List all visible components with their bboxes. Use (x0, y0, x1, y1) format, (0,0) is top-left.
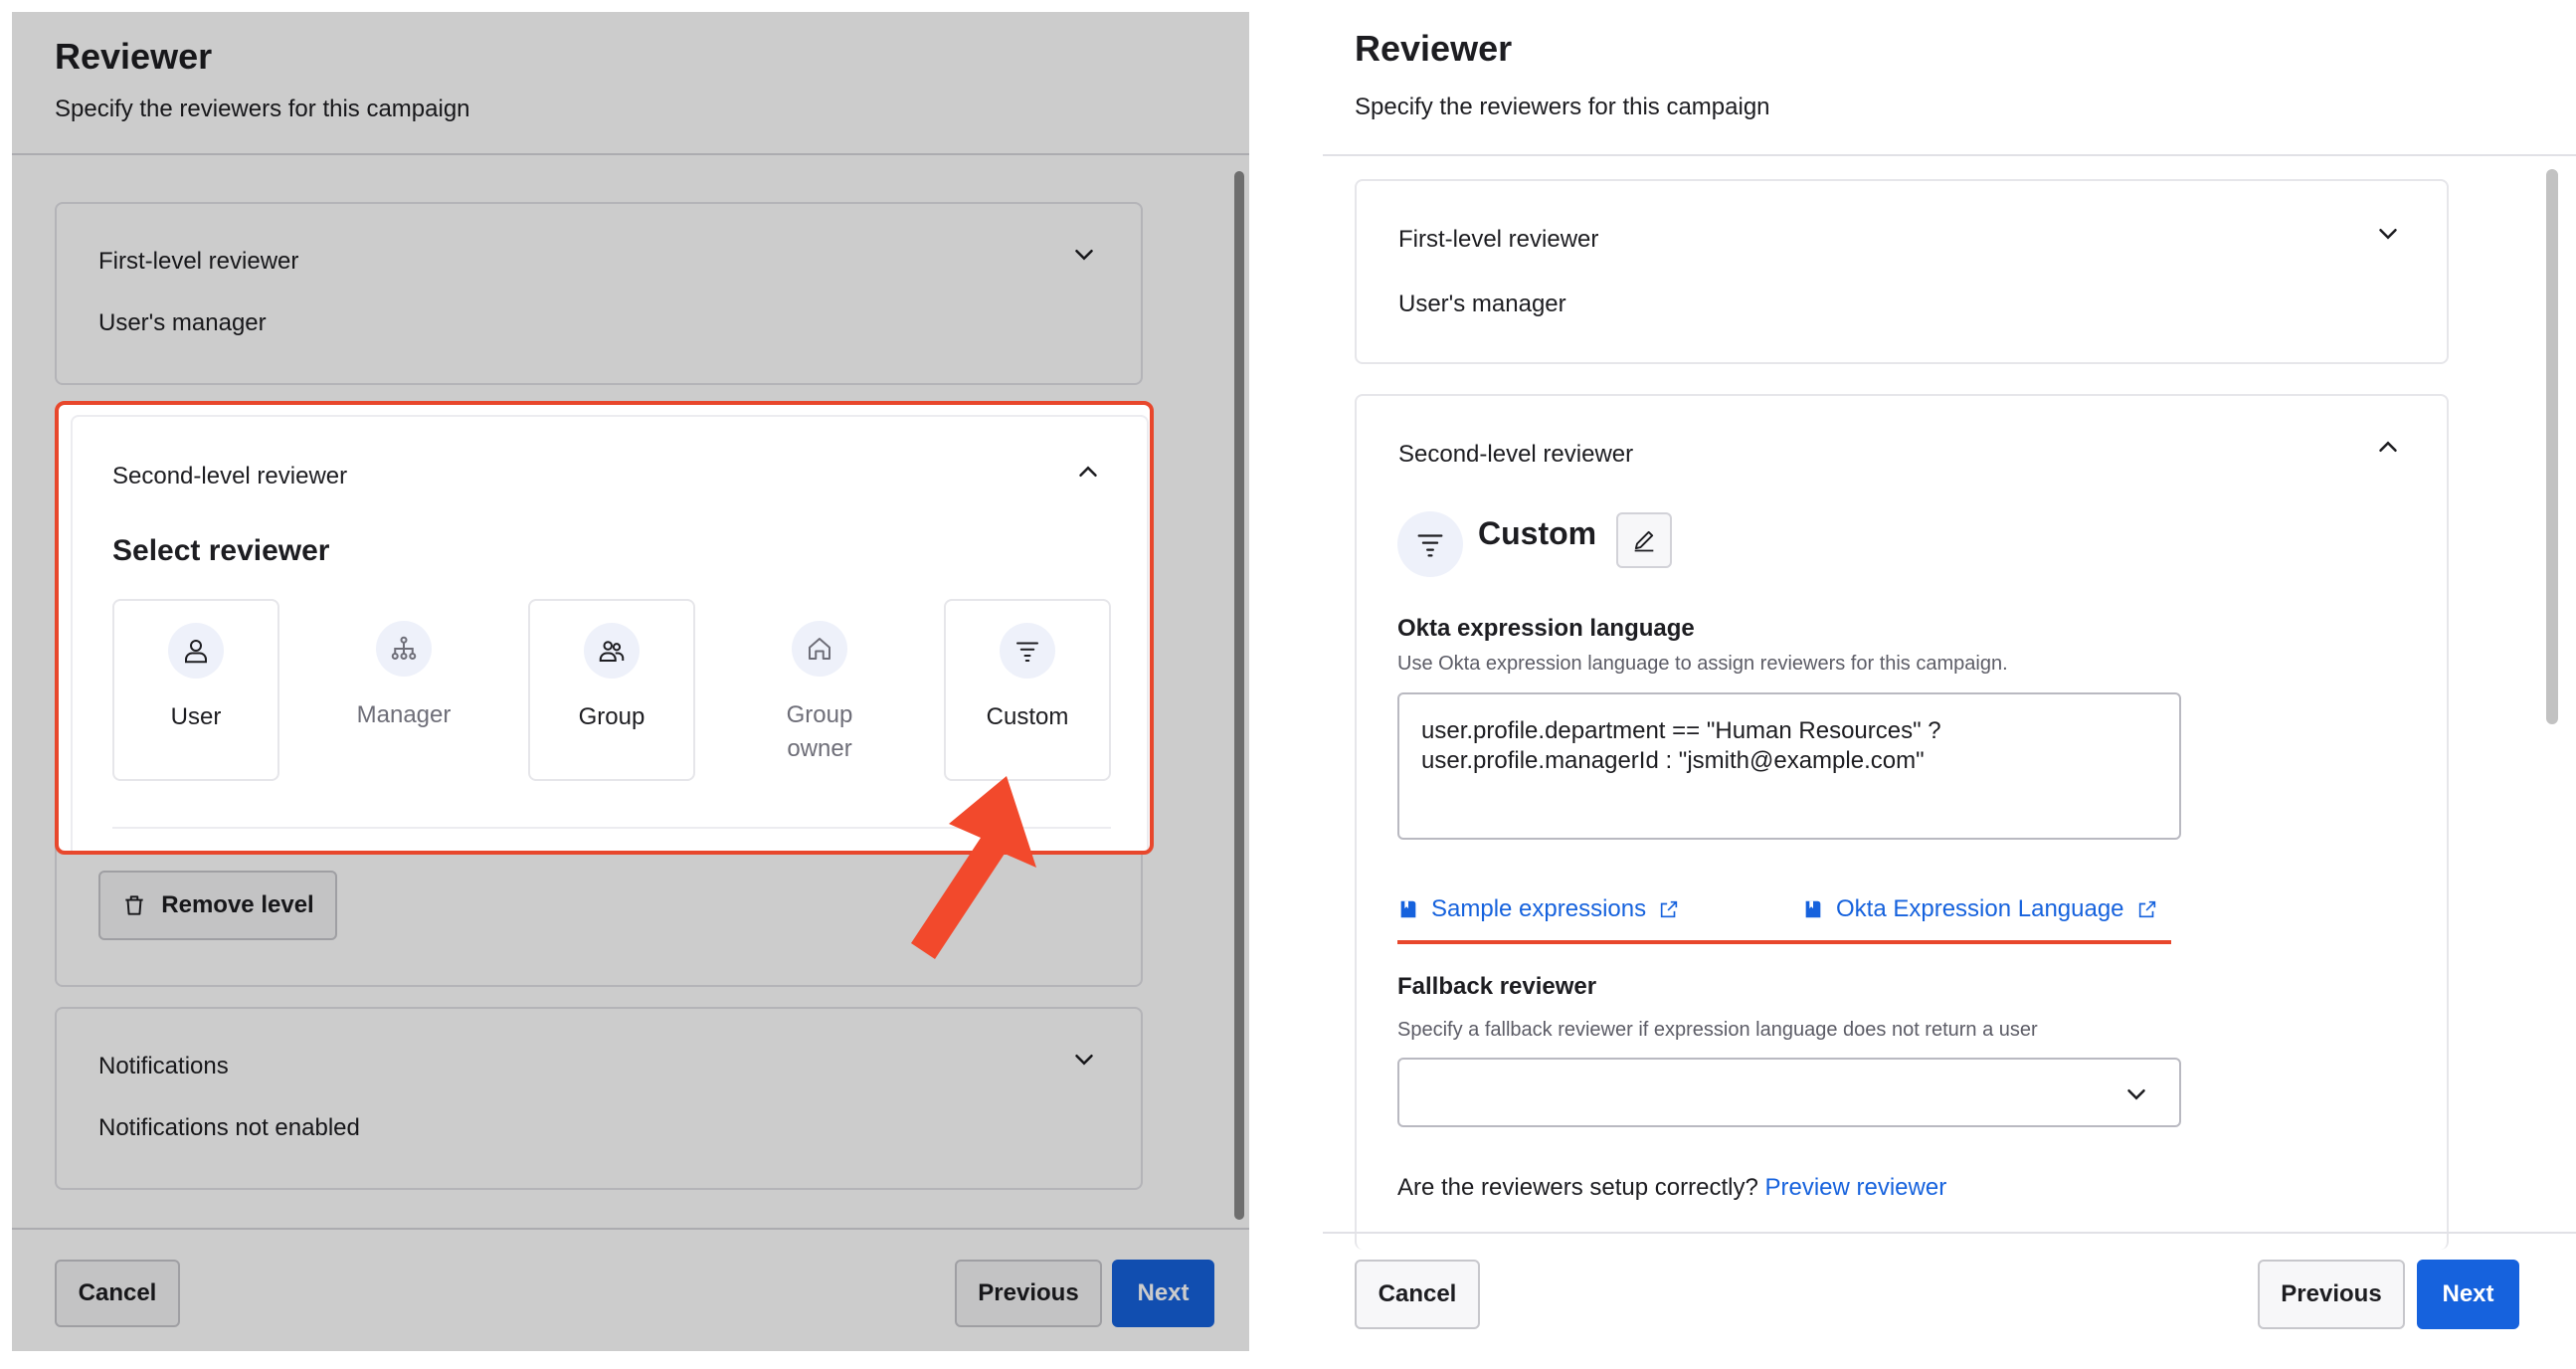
chevron-up-icon[interactable] (1073, 457, 1103, 487)
previous-button[interactable]: Previous (2258, 1260, 2405, 1329)
home-icon (792, 621, 847, 677)
scrollbar[interactable] (1234, 171, 1244, 1220)
expression-input[interactable]: user.profile.department == "Human Resour… (1397, 692, 2181, 840)
filter-icon (1397, 511, 1463, 577)
notifications-card[interactable]: Notifications Notifications not enabled (55, 1007, 1143, 1190)
next-button[interactable]: Next (2417, 1260, 2519, 1329)
card-title: Second-level reviewer (1398, 441, 1634, 468)
trash-icon (121, 892, 147, 918)
book-icon (1802, 898, 1824, 920)
footer-divider (1323, 1232, 2576, 1234)
remove-level-label: Remove level (161, 891, 314, 918)
preview-question: Are the reviewers setup correctly? (1397, 1174, 1758, 1201)
previous-button[interactable]: Previous (955, 1260, 1102, 1327)
fallback-reviewer-select[interactable] (1397, 1058, 2181, 1127)
remove-level-button[interactable]: Remove level (98, 871, 337, 940)
chevron-down-icon[interactable] (2373, 219, 2403, 249)
annotation-arrow (911, 776, 1036, 959)
card-value: User's manager (98, 309, 267, 336)
filter-icon (1000, 623, 1055, 679)
chevron-down-icon[interactable] (1069, 240, 1099, 270)
right-panel: Reviewer Specify the reviewers for this … (1323, 0, 2576, 1369)
chevron-up-icon[interactable] (2373, 432, 2403, 462)
option-label: Manager (356, 701, 452, 728)
org-chart-icon (376, 621, 432, 677)
preview-reviewer-link[interactable]: Preview reviewer (1764, 1174, 1946, 1201)
page-title: Reviewer (55, 36, 213, 77)
option-label: Group (578, 703, 645, 730)
scrollbar[interactable] (2546, 169, 2558, 724)
option-manager[interactable]: Manager (320, 599, 487, 781)
page-subtitle: Specify the reviewers for this campaign (1355, 94, 1770, 120)
card-value: User's manager (1398, 291, 1566, 317)
page-subtitle: Specify the reviewers for this campaign (55, 96, 470, 122)
preview-line: Are the reviewers setup correctly? Previ… (1397, 1174, 1946, 1202)
cancel-button[interactable]: Cancel (55, 1260, 180, 1327)
card-title: Notifications (98, 1053, 229, 1079)
edit-button[interactable] (1616, 512, 1672, 568)
panel-header: Reviewer Specify the reviewers for this … (12, 12, 1249, 155)
external-link-icon (1658, 898, 1680, 920)
fallback-heading: Fallback reviewer (1397, 973, 1597, 1000)
header-divider (1323, 154, 2576, 156)
group-icon (584, 623, 640, 679)
card-title: First-level reviewer (98, 248, 299, 275)
option-group[interactable]: Group (528, 599, 695, 781)
page-title: Reviewer (1355, 28, 1513, 69)
option-label: Custom (986, 703, 1069, 730)
external-link-icon (2136, 898, 2158, 920)
card-title: First-level reviewer (1398, 226, 1599, 253)
first-level-card[interactable]: First-level reviewer User's manager (1355, 179, 2449, 364)
link-label: Sample expressions (1431, 895, 1647, 922)
option-custom[interactable]: Custom (944, 599, 1111, 781)
annotation-underline (1397, 940, 2171, 944)
sample-expressions-link[interactable]: Sample expressions (1397, 895, 1680, 923)
next-button[interactable]: Next (1112, 1260, 1214, 1327)
card-title: Second-level reviewer (112, 463, 348, 489)
pencil-icon (1630, 526, 1658, 554)
selected-reviewer-type: Custom (1478, 515, 1597, 551)
okta-expression-language-link[interactable]: Okta Expression Language (1802, 895, 2158, 923)
option-group-owner[interactable]: Group owner (736, 599, 903, 781)
first-level-card[interactable]: First-level reviewer User's manager (55, 202, 1143, 385)
left-panel: Reviewer Specify the reviewers for this … (12, 12, 1249, 1351)
fallback-description: Specify a fallback reviewer if expressio… (1397, 1019, 2038, 1041)
expression-heading: Okta expression language (1397, 615, 1695, 642)
panel-footer: Cancel Previous Next (12, 1228, 1249, 1351)
option-label: Group owner (786, 701, 853, 762)
expression-description: Use Okta expression language to assign r… (1397, 653, 2008, 675)
cancel-button[interactable]: Cancel (1355, 1260, 1480, 1329)
chevron-down-icon[interactable] (1069, 1045, 1099, 1075)
option-label: User (170, 703, 222, 730)
chevron-down-icon (2121, 1079, 2151, 1109)
link-label: Okta Expression Language (1836, 895, 2124, 922)
user-icon (168, 623, 224, 679)
book-icon (1397, 898, 1419, 920)
select-reviewer-heading: Select reviewer (112, 534, 330, 567)
option-user[interactable]: User (112, 599, 279, 781)
card-value: Notifications not enabled (98, 1114, 360, 1141)
